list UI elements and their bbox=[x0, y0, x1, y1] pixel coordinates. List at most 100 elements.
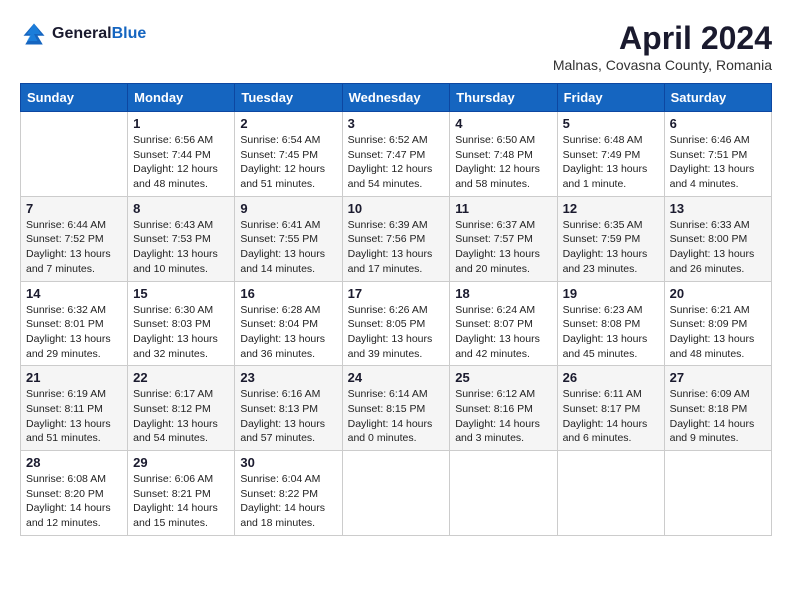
calendar-cell: 11 Sunrise: 6:37 AM Sunset: 7:57 PM Dayli… bbox=[450, 196, 557, 281]
date-number: 10 bbox=[348, 201, 445, 216]
date-number: 23 bbox=[240, 370, 336, 385]
col-saturday: Saturday bbox=[664, 84, 771, 112]
calendar-week-3: 14 Sunrise: 6:32 AM Sunset: 8:01 PM Dayli… bbox=[21, 281, 772, 366]
date-number: 18 bbox=[455, 286, 551, 301]
date-number: 4 bbox=[455, 116, 551, 131]
date-number: 14 bbox=[26, 286, 122, 301]
date-number: 28 bbox=[26, 455, 122, 470]
date-number: 11 bbox=[455, 201, 551, 216]
col-thursday: Thursday bbox=[450, 84, 557, 112]
calendar-cell: 3 Sunrise: 6:52 AM Sunset: 7:47 PM Daylig… bbox=[342, 112, 450, 197]
cell-daylight-info: Sunrise: 6:37 AM Sunset: 7:57 PM Dayligh… bbox=[455, 218, 551, 277]
cell-daylight-info: Sunrise: 6:11 AM Sunset: 8:17 PM Dayligh… bbox=[563, 387, 659, 446]
calendar-cell bbox=[21, 112, 128, 197]
logo-icon bbox=[20, 20, 48, 48]
date-number: 16 bbox=[240, 286, 336, 301]
logo: General Blue bbox=[20, 20, 146, 48]
cell-daylight-info: Sunrise: 6:30 AM Sunset: 8:03 PM Dayligh… bbox=[133, 303, 229, 362]
page-header: General Blue April 2024 Malnas, Covasna … bbox=[20, 20, 772, 73]
date-number: 7 bbox=[26, 201, 122, 216]
date-number: 2 bbox=[240, 116, 336, 131]
calendar-cell: 22 Sunrise: 6:17 AM Sunset: 8:12 PM Dayli… bbox=[128, 366, 235, 451]
col-sunday: Sunday bbox=[21, 84, 128, 112]
date-number: 13 bbox=[670, 201, 766, 216]
date-number: 15 bbox=[133, 286, 229, 301]
date-number: 1 bbox=[133, 116, 229, 131]
cell-daylight-info: Sunrise: 6:16 AM Sunset: 8:13 PM Dayligh… bbox=[240, 387, 336, 446]
cell-daylight-info: Sunrise: 6:52 AM Sunset: 7:47 PM Dayligh… bbox=[348, 133, 445, 192]
calendar-cell: 26 Sunrise: 6:11 AM Sunset: 8:17 PM Dayli… bbox=[557, 366, 664, 451]
calendar-cell: 15 Sunrise: 6:30 AM Sunset: 8:03 PM Dayli… bbox=[128, 281, 235, 366]
date-number: 20 bbox=[670, 286, 766, 301]
cell-daylight-info: Sunrise: 6:08 AM Sunset: 8:20 PM Dayligh… bbox=[26, 472, 122, 531]
calendar-cell: 23 Sunrise: 6:16 AM Sunset: 8:13 PM Dayli… bbox=[235, 366, 342, 451]
cell-daylight-info: Sunrise: 6:26 AM Sunset: 8:05 PM Dayligh… bbox=[348, 303, 445, 362]
calendar-cell: 24 Sunrise: 6:14 AM Sunset: 8:15 PM Dayli… bbox=[342, 366, 450, 451]
cell-daylight-info: Sunrise: 6:24 AM Sunset: 8:07 PM Dayligh… bbox=[455, 303, 551, 362]
date-number: 22 bbox=[133, 370, 229, 385]
calendar-week-1: 1 Sunrise: 6:56 AM Sunset: 7:44 PM Daylig… bbox=[21, 112, 772, 197]
cell-daylight-info: Sunrise: 6:44 AM Sunset: 7:52 PM Dayligh… bbox=[26, 218, 122, 277]
calendar-cell: 25Sunrise: 6:12 AM Sunset: 8:16 PM Dayli… bbox=[450, 366, 557, 451]
calendar-week-2: 7 Sunrise: 6:44 AM Sunset: 7:52 PM Daylig… bbox=[21, 196, 772, 281]
logo-text: General Blue bbox=[52, 25, 146, 43]
date-number: 24 bbox=[348, 370, 445, 385]
cell-daylight-info: Sunrise: 6:06 AM Sunset: 8:21 PM Dayligh… bbox=[133, 472, 229, 531]
date-number: 5 bbox=[563, 116, 659, 131]
cell-daylight-info: Sunrise: 6:35 AM Sunset: 7:59 PM Dayligh… bbox=[563, 218, 659, 277]
calendar-cell: 20 Sunrise: 6:21 AM Sunset: 8:09 PM Dayli… bbox=[664, 281, 771, 366]
cell-daylight-info: Sunrise: 6:28 AM Sunset: 8:04 PM Dayligh… bbox=[240, 303, 336, 362]
calendar-cell: 10 Sunrise: 6:39 AM Sunset: 7:56 PM Dayli… bbox=[342, 196, 450, 281]
date-number: 6 bbox=[670, 116, 766, 131]
date-number: 30 bbox=[240, 455, 336, 470]
date-number: 3 bbox=[348, 116, 445, 131]
date-number: 9 bbox=[240, 201, 336, 216]
date-number: 26 bbox=[563, 370, 659, 385]
cell-daylight-info: Sunrise: 6:21 AM Sunset: 8:09 PM Dayligh… bbox=[670, 303, 766, 362]
date-number: 27 bbox=[670, 370, 766, 385]
calendar-cell: 27Sunrise: 6:09 AM Sunset: 8:18 PM Dayli… bbox=[664, 366, 771, 451]
cell-daylight-info: Sunrise: 6:04 AM Sunset: 8:22 PM Dayligh… bbox=[240, 472, 336, 531]
calendar-cell: 9 Sunrise: 6:41 AM Sunset: 7:55 PM Daylig… bbox=[235, 196, 342, 281]
calendar-cell: 29Sunrise: 6:06 AM Sunset: 8:21 PM Dayli… bbox=[128, 451, 235, 536]
title-section: April 2024 Malnas, Covasna County, Roman… bbox=[553, 20, 772, 73]
col-tuesday: Tuesday bbox=[235, 84, 342, 112]
col-friday: Friday bbox=[557, 84, 664, 112]
cell-daylight-info: Sunrise: 6:17 AM Sunset: 8:12 PM Dayligh… bbox=[133, 387, 229, 446]
calendar-cell: 19Sunrise: 6:23 AM Sunset: 8:08 PM Dayli… bbox=[557, 281, 664, 366]
date-number: 17 bbox=[348, 286, 445, 301]
date-number: 12 bbox=[563, 201, 659, 216]
col-wednesday: Wednesday bbox=[342, 84, 450, 112]
month-title: April 2024 bbox=[553, 20, 772, 57]
date-number: 21 bbox=[26, 370, 122, 385]
calendar-cell: 4 Sunrise: 6:50 AM Sunset: 7:48 PM Daylig… bbox=[450, 112, 557, 197]
calendar-cell: 5Sunrise: 6:48 AM Sunset: 7:49 PM Daylig… bbox=[557, 112, 664, 197]
calendar-week-4: 21Sunrise: 6:19 AM Sunset: 8:11 PM Dayli… bbox=[21, 366, 772, 451]
calendar-cell: 1 Sunrise: 6:56 AM Sunset: 7:44 PM Daylig… bbox=[128, 112, 235, 197]
calendar-week-5: 28 Sunrise: 6:08 AM Sunset: 8:20 PM Dayli… bbox=[21, 451, 772, 536]
cell-daylight-info: Sunrise: 6:41 AM Sunset: 7:55 PM Dayligh… bbox=[240, 218, 336, 277]
date-number: 19 bbox=[563, 286, 659, 301]
cell-daylight-info: Sunrise: 6:39 AM Sunset: 7:56 PM Dayligh… bbox=[348, 218, 445, 277]
calendar-table: Sunday Monday Tuesday Wednesday Thursday… bbox=[20, 83, 772, 536]
calendar-cell: 17 Sunrise: 6:26 AM Sunset: 8:05 PM Dayli… bbox=[342, 281, 450, 366]
calendar-cell: 18 Sunrise: 6:24 AM Sunset: 8:07 PM Dayli… bbox=[450, 281, 557, 366]
cell-daylight-info: Sunrise: 6:14 AM Sunset: 8:15 PM Dayligh… bbox=[348, 387, 445, 446]
calendar-cell bbox=[450, 451, 557, 536]
cell-daylight-info: Sunrise: 6:56 AM Sunset: 7:44 PM Dayligh… bbox=[133, 133, 229, 192]
cell-daylight-info: Sunrise: 6:54 AM Sunset: 7:45 PM Dayligh… bbox=[240, 133, 336, 192]
date-number: 25 bbox=[455, 370, 551, 385]
calendar-cell: 14 Sunrise: 6:32 AM Sunset: 8:01 PM Dayli… bbox=[21, 281, 128, 366]
col-monday: Monday bbox=[128, 84, 235, 112]
calendar-cell: 30 Sunrise: 6:04 AM Sunset: 8:22 PM Dayli… bbox=[235, 451, 342, 536]
cell-daylight-info: Sunrise: 6:50 AM Sunset: 7:48 PM Dayligh… bbox=[455, 133, 551, 192]
logo-general: General bbox=[52, 25, 112, 43]
calendar-cell: 13Sunrise: 6:33 AM Sunset: 8:00 PM Dayli… bbox=[664, 196, 771, 281]
cell-daylight-info: Sunrise: 6:46 AM Sunset: 7:51 PM Dayligh… bbox=[670, 133, 766, 192]
calendar-cell: 7 Sunrise: 6:44 AM Sunset: 7:52 PM Daylig… bbox=[21, 196, 128, 281]
calendar-cell bbox=[664, 451, 771, 536]
logo-blue: Blue bbox=[112, 25, 147, 43]
cell-daylight-info: Sunrise: 6:32 AM Sunset: 8:01 PM Dayligh… bbox=[26, 303, 122, 362]
location: Malnas, Covasna County, Romania bbox=[553, 57, 772, 73]
calendar-cell: 21Sunrise: 6:19 AM Sunset: 8:11 PM Dayli… bbox=[21, 366, 128, 451]
